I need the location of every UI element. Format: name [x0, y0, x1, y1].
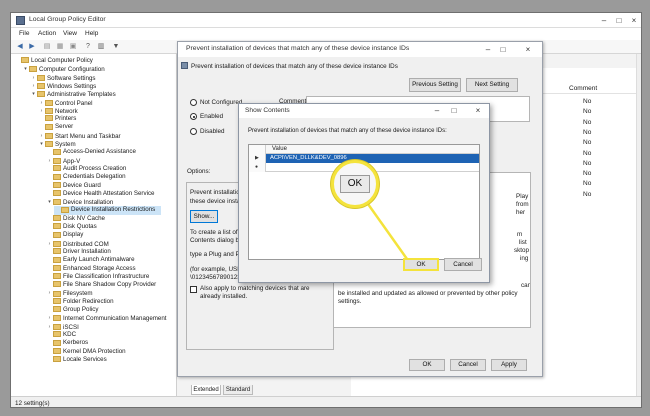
- callout-ok-label: OK: [340, 175, 370, 193]
- ok-callout-magnifier: OK: [331, 160, 379, 208]
- callout-line: [366, 203, 409, 260]
- callout-pointer: [366, 203, 409, 260]
